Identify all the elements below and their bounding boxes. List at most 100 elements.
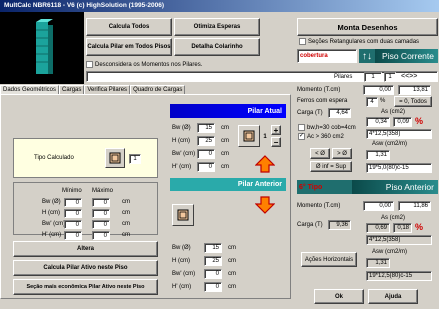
phi-inf-sup-button[interactable]: Ø inf = Sup xyxy=(310,161,352,172)
bw-field[interactable]: 15 xyxy=(197,123,215,133)
ferros-pct: % xyxy=(380,98,386,104)
piso-corrente-title: Piso Corrente xyxy=(375,49,438,63)
pilar-atual-icon-value: 1 xyxy=(263,134,267,140)
less-phi-button[interactable]: < Ø xyxy=(310,148,330,159)
monta-desenhos-button[interactable]: Monta Desenhos xyxy=(297,18,438,36)
momento-field-1: 0,00 xyxy=(363,85,394,95)
asw-field-2: 1,31 xyxy=(366,258,390,268)
minus-button[interactable]: − xyxy=(271,137,281,147)
carga-2-field: 9,36 xyxy=(328,220,351,230)
max-field[interactable]: 0 xyxy=(92,198,110,207)
secao-economica-button[interactable]: Seção mais econômica Pilar Ativo neste P… xyxy=(13,279,158,295)
ajuda-button[interactable]: Ajuda xyxy=(368,289,418,304)
arrow-up-icon[interactable] xyxy=(254,155,276,173)
carga-field: 4,64 xyxy=(328,108,351,118)
ant-hp-field[interactable]: 0 xyxy=(204,282,222,292)
bwp-field[interactable]: 0 xyxy=(197,149,215,159)
calcula-pilar-todos-pisos-button[interactable]: Calcula Pilar em Todos Pisos xyxy=(86,38,172,56)
momento-2-label: Momento (T.cm) xyxy=(297,203,341,209)
h-unit: cm xyxy=(221,138,229,144)
pilares-count-field: 1 xyxy=(384,72,396,82)
pilares-field[interactable]: 1 xyxy=(364,72,382,82)
window-title: MultCalc NBR6118 - V6 (c) HighSolution (… xyxy=(0,0,439,12)
minmax-row-label: Bw (Ø) xyxy=(42,199,61,205)
min-field[interactable]: 0 xyxy=(64,209,82,218)
bwp-unit: cm xyxy=(221,151,229,157)
pilar-atual-title: Pilar Atual xyxy=(170,104,286,118)
minmax-row-label: H' (cm) xyxy=(42,232,62,238)
ferros-label: Ferros com espera xyxy=(297,98,348,104)
carga-label: Carga (T) xyxy=(297,110,323,116)
ant-bwp-label: Bw' (cm) xyxy=(172,271,196,277)
as-bars-field-2: 4*12,5(358) xyxy=(366,235,432,245)
minmax-group xyxy=(13,182,158,235)
section-type-icon[interactable] xyxy=(105,148,125,168)
asw-label-2: Asw (cm2/m) xyxy=(372,249,407,255)
secoes-label: Seções Retangulares com duas camadas xyxy=(308,38,420,45)
ant-h-label: H (cm) xyxy=(172,258,190,264)
momento-2-field-2: 11,86 xyxy=(398,201,431,211)
column-3d-icon xyxy=(36,19,53,74)
ok-button[interactable]: Ok xyxy=(314,289,364,304)
current-floor-field[interactable]: cobertura xyxy=(297,49,357,63)
pilar-atual-section-icon[interactable] xyxy=(238,125,260,147)
bwp-label: Bw' (cm) xyxy=(172,151,196,157)
acoes-horizontais-button[interactable]: Ações Horizontais xyxy=(301,252,357,267)
as-bars-field-1: 4*12,5(358) xyxy=(366,129,432,139)
pilar-anterior-title: Pilar Anterior xyxy=(170,178,286,191)
pilar-nav-icon[interactable]: <<>> xyxy=(401,73,417,80)
momento-label: Momento (T.cm) xyxy=(297,87,341,93)
minimo-header: Mínimo xyxy=(62,188,82,194)
max-field[interactable]: 0 xyxy=(92,231,110,240)
calcula-todos-button[interactable]: Calcula Todos xyxy=(86,18,172,36)
as-field-2: 0,69 xyxy=(366,223,390,233)
hp-label: H' (cm) xyxy=(172,164,192,170)
hp-field[interactable]: 0 xyxy=(197,162,215,172)
tipo-value-field[interactable]: 1 xyxy=(129,154,141,164)
piso-anterior-title: Piso Anterior xyxy=(352,180,438,194)
asw-bars-field-2: 19*12,5(80)c-15 xyxy=(366,271,432,281)
h-field[interactable]: 25 xyxy=(197,136,215,146)
arrow-down-icon[interactable] xyxy=(254,196,276,214)
altera-button[interactable]: Altera xyxy=(13,241,158,257)
ant-bwp-field[interactable]: 0 xyxy=(204,269,222,279)
ant-h-field[interactable]: 25 xyxy=(204,256,222,266)
asw-bars-field-1: 19*5,0(80)c-15 xyxy=(366,163,432,173)
ant-bw-label: Bw (Ø) xyxy=(172,245,191,251)
unit-label: cm xyxy=(122,199,130,205)
calcula-pilar-ativo-button[interactable]: Calcula Pilar Ativo neste Piso xyxy=(13,260,158,276)
greater-phi-button[interactable]: > Ø xyxy=(332,148,352,159)
pilares-label: Pilares xyxy=(334,74,353,80)
ant-bw-field[interactable]: 15 xyxy=(204,243,222,253)
bw-cob-checkbox[interactable]: bw,h=30 cob=4cm xyxy=(298,124,356,131)
as-label-2: As (cm2) xyxy=(381,215,405,221)
ferros-field[interactable]: 4 xyxy=(366,97,378,107)
tipo-calculado-label: Tipo Calculado xyxy=(34,155,74,161)
model-preview xyxy=(0,12,84,84)
minmax-row-label: H (cm) xyxy=(42,210,60,216)
pilar-anterior-section-icon[interactable] xyxy=(172,204,194,226)
asw-field-1: 1,31 xyxy=(366,150,390,160)
secoes-retangulares-checkbox[interactable]: Seções Retangulares com duas camadas xyxy=(299,38,419,45)
max-field[interactable]: 0 xyxy=(92,209,110,218)
bw-label: Bw (Ø) xyxy=(172,125,191,131)
h-label: H (cm) xyxy=(172,138,190,144)
hp-unit: cm xyxy=(221,164,229,170)
floor-updown-icon[interactable]: ↑↓ xyxy=(359,49,375,63)
bw-unit: cm xyxy=(221,125,229,131)
bw-cob-label: bw,h=30 cob=4cm xyxy=(307,124,356,131)
otimiza-esperas-button[interactable]: Otimiza Esperas xyxy=(174,18,260,36)
desconsidera-label: Desconsidera os Momentos nos Pilares. xyxy=(95,61,203,68)
ant-hp-label: H' (cm) xyxy=(172,284,192,290)
minmax-row-label: Bw' (cm) xyxy=(42,221,66,227)
min-field[interactable]: 0 xyxy=(64,198,82,207)
max-field[interactable]: 0 xyxy=(92,220,110,229)
min-field[interactable]: 0 xyxy=(64,220,82,229)
plus-button[interactable]: + xyxy=(271,125,281,135)
ac-checkbox[interactable]: ✓ Ac > 360 cm2 xyxy=(298,133,344,140)
detalha-colarinho-button[interactable]: Detalha Colarinho xyxy=(174,38,260,56)
min-field[interactable]: 0 xyxy=(64,231,82,240)
momento-2-field-1: 0,00 xyxy=(363,201,394,211)
ferros-todos-button[interactable]: = 0, Todos xyxy=(394,96,432,107)
desconsidera-momentos-checkbox[interactable]: Desconsidera os Momentos nos Pilares. xyxy=(86,61,202,68)
